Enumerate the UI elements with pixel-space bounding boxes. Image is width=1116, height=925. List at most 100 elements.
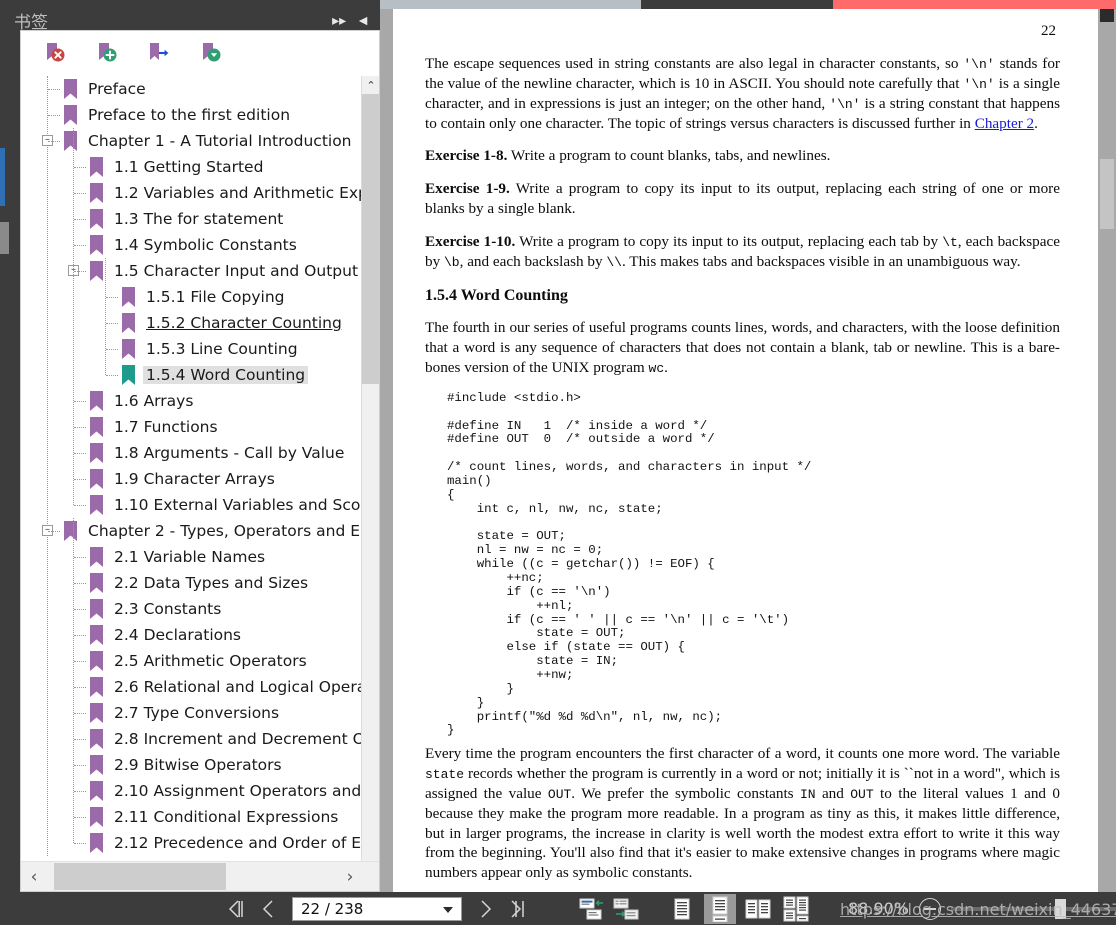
- first-page-icon: [228, 899, 243, 918]
- bookmark-item[interactable]: 2.3 Constants: [21, 596, 361, 622]
- bookmark-item[interactable]: 2.6 Relational and Logical Opera: [21, 674, 361, 700]
- scroll-up-arrow-icon[interactable]: ⌃: [362, 76, 379, 94]
- two-page-scroll-view-button[interactable]: [780, 894, 812, 924]
- document-scrollbar-thumb[interactable]: [1100, 159, 1114, 229]
- expand-bookmarks-button[interactable]: [185, 33, 237, 73]
- bookmark-item[interactable]: Preface: [21, 76, 361, 102]
- show-attachments-pane-button[interactable]: [610, 894, 642, 924]
- document-viewer: 22 The escape sequences used in string c…: [380, 9, 1116, 892]
- bookmark-item[interactable]: 1.2 Variables and Arithmetic Exp: [21, 180, 361, 206]
- tree-connector: [74, 505, 86, 506]
- bookmark-item[interactable]: 1.10 External Variables and Scop: [21, 492, 361, 518]
- chapter-2-link[interactable]: Chapter 2: [975, 115, 1034, 132]
- bookmark-item[interactable]: 2.10 Assignment Operators and: [21, 778, 361, 804]
- bookmarks-scrollbar-thumb[interactable]: [362, 94, 379, 384]
- bookmark-item[interactable]: 1.6 Arrays: [21, 388, 361, 414]
- tree-connector: [74, 765, 86, 766]
- continuous-scroll-view-button[interactable]: [704, 893, 736, 924]
- two-page-view-button[interactable]: [742, 894, 774, 924]
- bookmark-item[interactable]: 1.5.3 Line Counting: [21, 336, 361, 362]
- sidebar-title: 书签: [14, 12, 48, 33]
- goto-bookmark-button[interactable]: [133, 33, 185, 73]
- bookmark-item[interactable]: 1.3 The for statement: [21, 206, 361, 232]
- bookmarks-vertical-scrollbar[interactable]: ⌃ ⌄: [361, 76, 379, 889]
- top-scrollbar-thumb-extension[interactable]: [464, 0, 641, 9]
- code-inline: '\n': [829, 96, 861, 112]
- bookmark-tree-scroll-area[interactable]: Preface Preface to the first edition Chapt…: [21, 76, 361, 889]
- top-horizontal-scrollbar[interactable]: [380, 0, 1116, 9]
- bookmark-flag-icon: [64, 131, 77, 151]
- bookmark-item[interactable]: 2.4 Declarations: [21, 622, 361, 648]
- text-run: , and each backslash by: [459, 252, 607, 270]
- bookmark-item[interactable]: 1.4 Symbolic Constants: [21, 232, 361, 258]
- bookmark-item[interactable]: 2.1 Variable Names: [21, 544, 361, 570]
- bookmark-item[interactable]: 1.5 Character Input and Output: [21, 258, 361, 284]
- bookmark-item[interactable]: 2.9 Bitwise Operators: [21, 752, 361, 778]
- bookmark-item[interactable]: Chapter 2 - Types, Operators and E: [21, 518, 361, 544]
- bookmark-item[interactable]: 2.8 Increment and Decrement O: [21, 726, 361, 752]
- bookmark-item[interactable]: Preface to the first edition: [21, 102, 361, 128]
- bookmark-flag-icon: [122, 313, 135, 333]
- paragraph-state-explanation: Every time the program encounters the fi…: [425, 744, 1060, 883]
- chevron-down-icon[interactable]: [443, 906, 453, 913]
- bookmarks-horizontal-scrollbar[interactable]: ‹ ›: [21, 861, 379, 891]
- bookmark-item[interactable]: Chapter 1 - A Tutorial Introduction: [21, 128, 361, 154]
- pdf-reader-window: 书签 ▸▸ ◄ Preface Preface to the first edi…: [0, 0, 1116, 925]
- exercise-label: Exercise 1-9.: [425, 180, 510, 198]
- document-vertical-scrollbar[interactable]: [1098, 9, 1116, 892]
- single-page-view-button[interactable]: [666, 894, 698, 924]
- previous-page-button[interactable]: [254, 894, 284, 924]
- bookmark-flag-icon: [90, 729, 103, 749]
- bookmark-label: 1.5.1 File Copying: [146, 288, 285, 306]
- tree-connector: [106, 375, 118, 376]
- bookmark-item[interactable]: 2.7 Type Conversions: [21, 700, 361, 726]
- bookmark-item[interactable]: 2.2 Data Types and Sizes: [21, 570, 361, 596]
- zoom-slider-handle[interactable]: [1055, 898, 1067, 919]
- minus-icon: [924, 908, 937, 910]
- zoom-out-button[interactable]: [919, 897, 942, 920]
- bookmark-toolbar: [21, 31, 379, 75]
- tree-connector: [48, 89, 60, 90]
- bookmark-item[interactable]: 1.8 Arguments - Call by Value: [21, 440, 361, 466]
- triangle-left-icon[interactable]: ◄: [356, 13, 370, 27]
- fast-forward-icon[interactable]: ▸▸: [332, 13, 346, 27]
- bookmark-item[interactable]: 1.9 Character Arrays: [21, 466, 361, 492]
- bookmark-item[interactable]: 1.5.2 Character Counting: [21, 310, 361, 336]
- text-run: . We prefer the symbolic constants: [571, 784, 800, 802]
- page-number-input[interactable]: 22 / 238: [292, 896, 462, 921]
- bookmark-item[interactable]: 1.7 Functions: [21, 414, 361, 440]
- scroll-right-arrow-icon[interactable]: ›: [337, 862, 363, 891]
- zoom-slider[interactable]: [951, 898, 1116, 919]
- top-scrollbar-thumb[interactable]: [380, 0, 464, 9]
- tree-connector: [74, 583, 86, 584]
- bookmark-flag-icon: [90, 183, 103, 203]
- bookmark-flag-icon: [90, 547, 103, 567]
- tree-connector: [74, 479, 86, 480]
- add-bookmark-button[interactable]: [81, 33, 133, 73]
- show-thumbnails-pane-button[interactable]: [576, 894, 608, 924]
- bookmark-tree: Preface Preface to the first edition Chapt…: [21, 76, 361, 856]
- single-page-view-icon: [674, 898, 690, 919]
- document-scrollbar-top-cap: [1100, 9, 1114, 22]
- view-mode-group: [666, 893, 812, 924]
- bookmark-label: 2.1 Variable Names: [114, 548, 266, 566]
- bookmark-item[interactable]: 2.5 Arithmetic Operators: [21, 648, 361, 674]
- tree-connector: [74, 609, 86, 610]
- bookmark-item[interactable]: 1.5.1 File Copying: [21, 284, 361, 310]
- top-accent-bar: [833, 0, 1116, 9]
- first-page-button[interactable]: [222, 894, 252, 924]
- delete-bookmark-button[interactable]: [29, 33, 81, 73]
- code-inline: \t: [942, 234, 958, 250]
- code-inline: wc: [648, 360, 665, 376]
- last-page-button[interactable]: [502, 894, 532, 924]
- pdf-page[interactable]: 22 The escape sequences used in string c…: [393, 9, 1098, 892]
- scroll-left-arrow-icon[interactable]: ‹: [21, 862, 47, 891]
- next-page-button[interactable]: [470, 894, 500, 924]
- bookmarks-hscrollbar-thumb[interactable]: [54, 863, 226, 890]
- bookmark-item[interactable]: 1.1 Getting Started: [21, 154, 361, 180]
- bookmark-label: Preface: [88, 80, 146, 98]
- top-scrollbar-track[interactable]: [641, 0, 833, 9]
- bookmark-item[interactable]: 2.11 Conditional Expressions: [21, 804, 361, 830]
- bookmark-item[interactable]: 1.5.4 Word Counting: [21, 362, 361, 388]
- bookmark-item[interactable]: 2.12 Precedence and Order of Ev: [21, 830, 361, 856]
